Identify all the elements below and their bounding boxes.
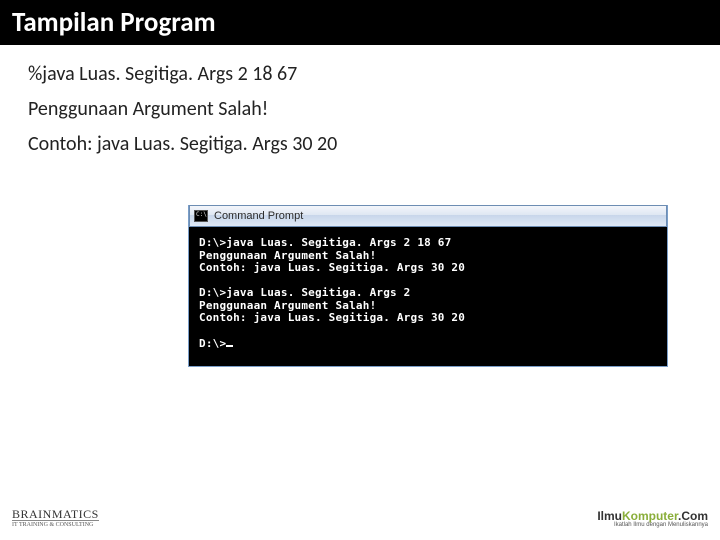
slide-title-bar: Tampilan Program xyxy=(0,0,720,45)
cursor-icon xyxy=(226,337,233,347)
command-prompt-title: Command Prompt xyxy=(214,210,303,222)
footer-left-sub: IT TRAINING & CONSULTING xyxy=(12,520,99,528)
footer-right-logo: IlmuKomputer.Com Ikatlah Ilmu dengan Men… xyxy=(597,510,708,528)
description-block: %java Luas. Segitiga. Args 2 18 67 Pengg… xyxy=(0,45,720,160)
footer-right-com: .Com xyxy=(678,509,708,523)
command-prompt-window: Command Prompt D:\>java Luas. Segitiga. … xyxy=(188,205,668,367)
desc-line-2: Penggunaan Argument Salah! xyxy=(28,94,692,125)
terminal-output-2: D:\>java Luas. Segitiga. Args 2 Pengguna… xyxy=(199,287,657,325)
command-prompt-titlebar: Command Prompt xyxy=(189,205,667,227)
footer-right-ilmu: Ilmu xyxy=(597,509,622,523)
command-prompt-body: D:\>java Luas. Segitiga. Args 2 18 67 Pe… xyxy=(189,227,667,366)
footer-left-logo: BRAINMATICS IT TRAINING & CONSULTING xyxy=(12,508,99,528)
terminal-output-1: D:\>java Luas. Segitiga. Args 2 18 67 Pe… xyxy=(199,237,657,275)
terminal-prompt: D:\> xyxy=(199,337,657,351)
footer-left-brand: BRAINMATICS xyxy=(12,508,99,520)
command-prompt-icon xyxy=(194,210,208,222)
footer-right-sub: Ikatlah Ilmu dengan Menuliskannya xyxy=(597,522,708,528)
desc-line-1: %java Luas. Segitiga. Args 2 18 67 xyxy=(28,59,692,90)
footer-right-komputer: Komputer xyxy=(622,509,678,523)
prompt-text: D:\> xyxy=(199,337,226,350)
desc-line-3: Contoh: java Luas. Segitiga. Args 30 20 xyxy=(28,129,692,160)
slide-title: Tampilan Program xyxy=(12,6,216,39)
